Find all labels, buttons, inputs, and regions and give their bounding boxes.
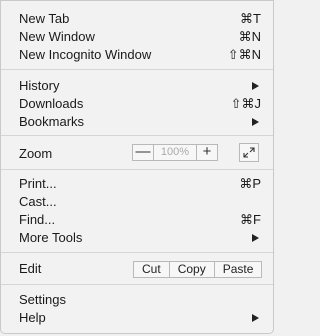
shortcut-label: ⌘P [239,176,261,191]
menu-item-label: Bookmarks [19,114,85,129]
chrome-menu: New Tab ⌘T New Window ⌘N New Incognito W… [0,0,274,334]
menu-item-print[interactable]: Print... ⌘P [1,175,273,193]
shortcut-label: ⌘N [238,29,261,44]
menu-item-label: More Tools [19,230,83,245]
menu-item-downloads[interactable]: Downloads ⇧⌘J [1,95,273,113]
shortcut-label: ⇧⌘N [227,47,261,62]
fullscreen-icon [243,147,255,158]
shortcut-label: ⌘T [240,11,261,26]
shortcut-label: ⌘F [240,212,261,227]
fullscreen-button[interactable] [239,143,259,162]
menu-item-label: New Window [19,29,95,44]
menu-item-new-window[interactable]: New Window ⌘N [1,28,273,46]
cut-button[interactable]: Cut [134,262,169,277]
menu-item-history[interactable]: History [1,77,273,95]
menu-item-label: New Incognito Window [19,47,152,62]
edit-label: Edit [19,261,42,276]
paste-button[interactable]: Paste [213,262,262,277]
menu-item-bookmarks[interactable]: Bookmarks [1,113,273,131]
menu-item-label: Find... [19,212,56,227]
menu-item-new-incognito-window[interactable]: New Incognito Window ⇧⌘N [1,46,273,64]
zoom-control: — 100% + [132,144,218,161]
menu-separator [1,135,273,136]
copy-button[interactable]: Copy [168,262,214,277]
menu-item-cast[interactable]: Cast... [1,193,273,211]
submenu-arrow-icon [252,234,259,242]
menu-item-more-tools[interactable]: More Tools [1,229,273,247]
submenu-arrow-icon [252,314,259,322]
menu-separator [1,169,273,170]
menu-item-label: New Tab [19,11,70,26]
menu-item-label: History [19,78,60,93]
menu-separator [1,252,273,253]
edit-button-group: Cut Copy Paste [133,261,263,278]
menu-item-label: Help [19,310,46,325]
zoom-label: Zoom [19,146,53,161]
menu-item-settings[interactable]: Settings [1,291,273,309]
menu-item-label: Settings [19,292,66,307]
menu-item-label: Downloads [19,96,84,111]
menu-separator [1,284,273,285]
shortcut-label: ⇧⌘J [230,96,261,111]
zoom-out-button[interactable]: — [133,144,154,160]
menu-item-help[interactable]: Help [1,309,273,327]
menu-item-label: Cast... [19,194,57,209]
zoom-level: 100% [160,146,190,158]
menu-separator [1,69,273,70]
menu-item-find[interactable]: Find... ⌘F [1,211,273,229]
menu-item-new-tab[interactable]: New Tab ⌘T [1,10,273,28]
zoom-in-button[interactable]: + [196,144,217,160]
menu-item-label: Print... [19,176,57,191]
submenu-arrow-icon [252,118,259,126]
submenu-arrow-icon [252,82,259,90]
